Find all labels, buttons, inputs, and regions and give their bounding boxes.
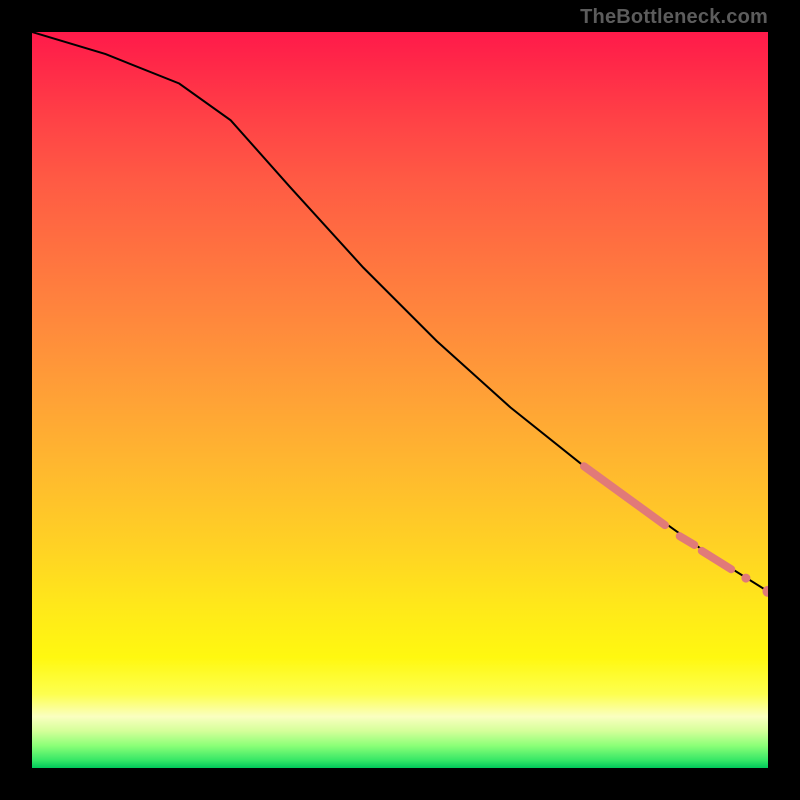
highlight-segment bbox=[584, 466, 665, 525]
highlight-segment bbox=[680, 536, 695, 545]
highlight-dot bbox=[741, 574, 750, 583]
chart-overlay bbox=[32, 32, 768, 768]
chart-container: TheBottleneck.com bbox=[0, 0, 800, 800]
curve-line bbox=[32, 32, 768, 591]
plot-area bbox=[32, 32, 768, 768]
highlight-segment bbox=[702, 551, 731, 569]
watermark-text: TheBottleneck.com bbox=[580, 6, 768, 29]
